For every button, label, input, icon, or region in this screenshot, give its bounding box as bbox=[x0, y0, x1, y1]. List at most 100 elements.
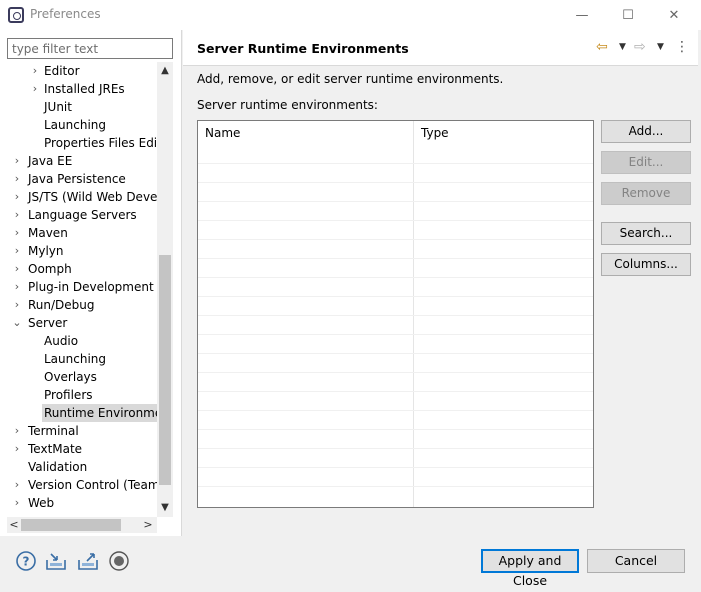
column-header-type[interactable]: Type bbox=[414, 121, 593, 163]
tree-item-label: Launching bbox=[44, 352, 107, 366]
tree-item-label: Properties Files Editor bbox=[44, 136, 157, 150]
table-row-divider bbox=[198, 296, 593, 297]
chevron-right-icon[interactable]: › bbox=[12, 476, 22, 494]
view-menu-icon[interactable]: ⋮ bbox=[675, 39, 689, 55]
search-button[interactable]: Search... bbox=[601, 222, 691, 245]
table-row-divider bbox=[198, 201, 593, 202]
record-icon[interactable] bbox=[108, 550, 130, 572]
close-button[interactable]: ✕ bbox=[651, 0, 697, 30]
maximize-button[interactable]: ☐ bbox=[605, 0, 651, 30]
tree-item-label: Launching bbox=[44, 118, 107, 132]
tree-item-label: Audio bbox=[44, 334, 79, 348]
chevron-right-icon[interactable]: › bbox=[30, 80, 40, 98]
tree-item-label: Web bbox=[28, 496, 55, 510]
tree-horizontal-scrollbar[interactable]: < > bbox=[7, 517, 157, 533]
chevron-down-icon[interactable]: ⌄ bbox=[12, 314, 22, 332]
tree-item-label: Oomph bbox=[28, 262, 72, 276]
table-row-divider bbox=[198, 448, 593, 449]
svg-text:?: ? bbox=[23, 555, 30, 569]
tree-item-label: Maven bbox=[28, 226, 68, 240]
tree-item-label: Overlays bbox=[44, 370, 97, 384]
page-header: Server Runtime Environments ⇦ ▼ ⇨ ▼ ⋮ bbox=[183, 30, 698, 66]
table-row-divider bbox=[198, 429, 593, 430]
runtime-list-label: Server runtime environments: bbox=[197, 98, 378, 112]
forward-history-dropdown-icon[interactable]: ▼ bbox=[657, 39, 664, 55]
forward-arrow-icon[interactable]: ⇨ bbox=[634, 39, 646, 55]
scroll-up-arrow-icon[interactable]: ▲ bbox=[157, 64, 173, 78]
cancel-button[interactable]: Cancel bbox=[587, 549, 685, 573]
tree-item-label: Language Servers bbox=[28, 208, 137, 222]
tree-item-label: Version Control (Team) bbox=[28, 478, 157, 492]
scroll-left-arrow-icon[interactable]: < bbox=[7, 517, 21, 533]
table-row-divider bbox=[198, 182, 593, 183]
tree-item-label: Runtime Environmen bbox=[42, 404, 157, 422]
table-row-divider bbox=[198, 258, 593, 259]
tree-item-label: Mylyn bbox=[28, 244, 64, 258]
tree-item-label: Profilers bbox=[44, 388, 93, 402]
tree-item-label: Validation bbox=[28, 460, 88, 474]
tree-item-label: TextMate bbox=[28, 442, 83, 456]
chevron-right-icon[interactable]: › bbox=[30, 62, 40, 80]
chevron-right-icon[interactable]: › bbox=[12, 296, 22, 314]
scroll-right-arrow-icon[interactable]: > bbox=[141, 517, 155, 533]
chevron-right-icon[interactable]: › bbox=[12, 422, 22, 440]
remove-button[interactable]: Remove bbox=[601, 182, 691, 205]
back-arrow-icon[interactable]: ⇦ bbox=[596, 39, 608, 55]
dialog-footer: ? Apply and Close Cancel bbox=[0, 536, 701, 592]
preferences-tree-panel: › Editor › Installed JREs JUnit Launchin… bbox=[0, 30, 182, 536]
vertical-scroll-thumb[interactable] bbox=[159, 255, 171, 485]
tree-item-label: Editor bbox=[44, 64, 80, 78]
apply-and-close-button[interactable]: Apply and Close bbox=[481, 549, 579, 588]
columns-button[interactable]: Columns... bbox=[601, 253, 691, 276]
tree-item-label: JUnit bbox=[44, 100, 72, 114]
tree-vertical-scrollbar[interactable]: ▲ ▼ bbox=[157, 62, 173, 517]
tree-item-label: Installed JREs bbox=[44, 82, 125, 96]
table-row-divider bbox=[198, 391, 593, 392]
table-row-divider bbox=[198, 163, 593, 164]
table-row-divider bbox=[198, 315, 593, 316]
tree-item-label: Server bbox=[28, 316, 68, 330]
help-icon[interactable]: ? bbox=[15, 550, 37, 572]
horizontal-scroll-thumb[interactable] bbox=[21, 519, 121, 531]
edit-button[interactable]: Edit... bbox=[601, 151, 691, 174]
title-bar: Preferences — ☐ ✕ bbox=[0, 0, 701, 30]
table-row-divider bbox=[198, 239, 593, 240]
chevron-right-icon[interactable]: › bbox=[12, 206, 22, 224]
table-row-divider bbox=[198, 410, 593, 411]
filter-input[interactable] bbox=[7, 38, 173, 59]
page-description: Add, remove, or edit server runtime envi… bbox=[197, 72, 504, 86]
table-row-divider bbox=[198, 353, 593, 354]
table-row-divider bbox=[198, 372, 593, 373]
export-preferences-icon[interactable] bbox=[77, 550, 99, 572]
chevron-right-icon[interactable]: › bbox=[12, 152, 22, 170]
table-row-divider bbox=[198, 220, 593, 221]
tree-item-label: Terminal bbox=[28, 424, 79, 438]
chevron-right-icon[interactable]: › bbox=[12, 440, 22, 458]
page-title: Server Runtime Environments bbox=[197, 41, 409, 56]
tree-item-label: Run/Debug bbox=[28, 298, 95, 312]
window-title: Preferences bbox=[30, 7, 101, 21]
tree-item-label: JS/TS (Wild Web Develo bbox=[28, 190, 157, 204]
runtime-environments-table[interactable]: Name Type bbox=[197, 120, 594, 508]
tree-item-label: Plug-in Development bbox=[28, 280, 154, 294]
chevron-right-icon[interactable]: › bbox=[12, 170, 22, 188]
chevron-right-icon[interactable]: › bbox=[12, 260, 22, 278]
import-preferences-icon[interactable] bbox=[45, 550, 67, 572]
preferences-tree: › Editor › Installed JREs JUnit Launchin… bbox=[0, 62, 157, 517]
preference-page: Server Runtime Environments ⇦ ▼ ⇨ ▼ ⋮ Ad… bbox=[183, 30, 698, 536]
minimize-button[interactable]: — bbox=[559, 0, 605, 30]
table-row-divider bbox=[198, 486, 593, 487]
chevron-right-icon[interactable]: › bbox=[12, 494, 22, 512]
chevron-right-icon[interactable]: › bbox=[12, 242, 22, 260]
table-row-divider bbox=[198, 277, 593, 278]
tree-item-label: Java EE bbox=[28, 154, 73, 168]
add-button[interactable]: Add... bbox=[601, 120, 691, 143]
chevron-right-icon[interactable]: › bbox=[12, 278, 22, 296]
back-history-dropdown-icon[interactable]: ▼ bbox=[619, 39, 626, 55]
scroll-down-arrow-icon[interactable]: ▼ bbox=[157, 501, 173, 515]
chevron-right-icon[interactable]: › bbox=[12, 224, 22, 242]
eclipse-app-icon bbox=[8, 7, 24, 23]
column-header-name[interactable]: Name bbox=[198, 121, 413, 163]
chevron-right-icon[interactable]: › bbox=[12, 188, 22, 206]
table-row-divider bbox=[198, 334, 593, 335]
